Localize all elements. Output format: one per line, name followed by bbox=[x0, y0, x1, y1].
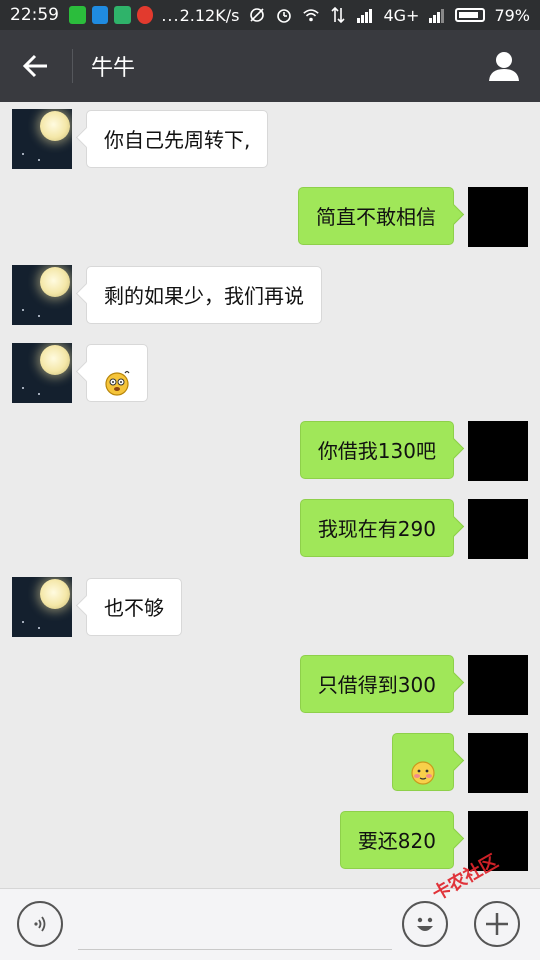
message-bubble-incoming[interactable]: 你自己先周转下, bbox=[86, 110, 269, 168]
message-input[interactable] bbox=[78, 903, 392, 950]
status-bar: 22:59 ... 2.12K/s 4G+ 79% bbox=[0, 0, 540, 30]
message-bubble-outgoing[interactable]: 简直不敢相信 bbox=[298, 187, 454, 245]
header-divider bbox=[72, 49, 73, 83]
play-app-icon bbox=[114, 6, 131, 24]
dizzy-face-emoji bbox=[105, 370, 130, 396]
contact-avatar[interactable] bbox=[12, 343, 72, 403]
wechat-app-icon bbox=[69, 6, 86, 24]
contact-avatar[interactable] bbox=[12, 577, 72, 637]
plus-icon bbox=[486, 913, 508, 935]
data-transfer-icon bbox=[331, 6, 346, 24]
my-avatar[interactable] bbox=[468, 187, 528, 247]
input-bar bbox=[0, 888, 540, 960]
more-actions-button[interactable] bbox=[474, 901, 520, 947]
my-avatar[interactable] bbox=[468, 655, 528, 715]
voice-input-button[interactable] bbox=[17, 901, 63, 947]
person-icon bbox=[489, 52, 519, 81]
my-avatar[interactable] bbox=[468, 733, 528, 793]
message-bubble-outgoing[interactable]: 你借我130吧 bbox=[299, 421, 454, 479]
message-bubble-incoming-emoji[interactable] bbox=[86, 344, 148, 402]
emoji-button[interactable] bbox=[402, 901, 448, 947]
message-bubble-outgoing[interactable]: 要还820 bbox=[339, 811, 454, 869]
battery-percent: 79% bbox=[494, 5, 530, 25]
battery-icon bbox=[455, 8, 486, 22]
chat-title: 牛牛 bbox=[91, 56, 136, 81]
arrow-left-icon bbox=[22, 54, 47, 78]
music-app-icon bbox=[136, 6, 154, 24]
back-button[interactable] bbox=[0, 30, 72, 102]
my-avatar[interactable] bbox=[468, 421, 528, 481]
message-bubble-outgoing[interactable]: 只借得到300 bbox=[299, 655, 454, 713]
app-notification-icon bbox=[91, 6, 109, 24]
signal-icon-2 bbox=[429, 9, 445, 23]
more-notifications-indicator: ... bbox=[161, 5, 180, 25]
network-speed: 2.12K/s bbox=[179, 5, 240, 25]
message-bubble-incoming[interactable]: 也不够 bbox=[86, 578, 182, 636]
message-bubble-outgoing-emoji[interactable] bbox=[392, 733, 454, 791]
wifi-icon bbox=[303, 9, 320, 22]
alarm-icon bbox=[277, 9, 292, 23]
mute-icon bbox=[250, 8, 265, 22]
chat-header: 牛牛 bbox=[0, 30, 540, 102]
signal-icon bbox=[357, 9, 373, 23]
chat-info-button[interactable] bbox=[468, 30, 540, 102]
smiley-icon bbox=[417, 917, 433, 931]
contact-avatar[interactable] bbox=[12, 265, 72, 325]
my-avatar[interactable] bbox=[468, 499, 528, 559]
contact-avatar[interactable] bbox=[12, 109, 72, 169]
blushing-face-emoji bbox=[411, 760, 435, 785]
network-type: 4G+ bbox=[383, 5, 420, 25]
voice-icon bbox=[34, 916, 46, 932]
status-time: 22:59 bbox=[10, 5, 59, 25]
message-bubble-incoming[interactable]: 剩的如果少，我们再说 bbox=[86, 266, 322, 324]
message-bubble-outgoing[interactable]: 我现在有290 bbox=[299, 499, 454, 557]
